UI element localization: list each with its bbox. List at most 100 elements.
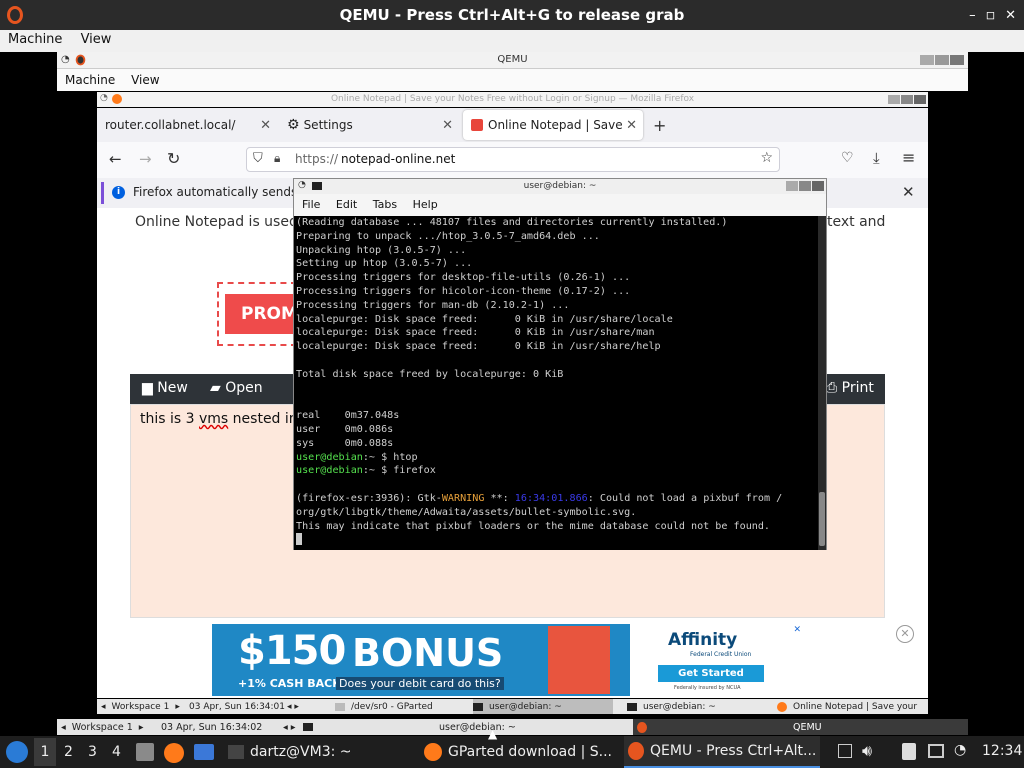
taskbar-item-firefox[interactable]: Online Notepad | Save your: [777, 699, 928, 714]
tab-settings[interactable]: ⚙ Settings ✕: [279, 110, 459, 140]
clock: 03 Apr, Sun 16:34:01: [189, 699, 285, 714]
url-bar[interactable]: ⛉ 🔒︎ https:// notepad-online.net ☆: [246, 147, 780, 172]
workspace-2-button[interactable]: 2: [64, 744, 73, 760]
hamburger-menu-icon[interactable]: ≡: [902, 148, 915, 167]
workspace-3-button[interactable]: 3: [88, 744, 97, 760]
close-button[interactable]: ✕: [1005, 8, 1016, 23]
open-button[interactable]: ▰ Open: [210, 380, 263, 396]
menu-help[interactable]: Help: [405, 194, 438, 211]
clipboard-icon[interactable]: [838, 744, 852, 758]
taskbar-item-terminal-active[interactable]: user@debian: ~: [473, 699, 613, 714]
nav-arrows[interactable]: ◂ ▸: [287, 699, 299, 714]
terminal-line: Unpacking htop (3.0.5-7) ...: [296, 244, 467, 256]
clock-text: 03 Apr, Sun 16:34:02: [161, 721, 263, 733]
inner-window-buttons[interactable]: [920, 55, 964, 65]
maximize-button[interactable]: ◽: [986, 8, 996, 23]
new-tab-button[interactable]: +: [653, 116, 666, 135]
menu-file[interactable]: File: [294, 194, 320, 211]
terminal-line: Processing triggers for hicolor-icon-the…: [296, 285, 631, 297]
wifi-icon[interactable]: ◔: [954, 742, 966, 758]
notice-text: Firefox automatically sends so: [133, 185, 315, 199]
ad-banner[interactable]: $150 BONUS +1% CASH BACK Does your debit…: [212, 624, 803, 696]
taskbar-item-qemu-active[interactable]: QEMU: [633, 719, 968, 735]
lock-icon[interactable]: 🔒︎: [274, 151, 280, 166]
taskbar-item-gparted[interactable]: /dev/sr0 - GParted: [335, 699, 475, 714]
page-intro-text-left: Online Notepad is used t: [135, 214, 308, 230]
menu-view[interactable]: View: [73, 30, 112, 47]
window-launcher-icon[interactable]: [194, 744, 214, 760]
terminal-scrollbar[interactable]: [818, 216, 826, 550]
terminal-window: ◔ user@debian: ~ File Edit Tabs Help (Re…: [293, 178, 827, 550]
ad-cta-button[interactable]: Get Started: [658, 665, 764, 682]
terminal-output[interactable]: (Reading database ... 48107 files and di…: [294, 216, 819, 550]
menu-machine[interactable]: Machine: [0, 30, 62, 47]
ad-fine-print: Federally insured by NCUA: [674, 685, 741, 691]
terminal-line: (firefox-esr:3936): Gtk-WARNING **: 16:3…: [296, 492, 817, 506]
workspace-switcher[interactable]: ◂ Workspace 1 ▸: [101, 699, 180, 714]
terminal-icon: [303, 723, 313, 731]
taskbar-item-dartz-terminal[interactable]: dartz@VM3: ~: [224, 736, 414, 768]
workspace-1-button[interactable]: 1: [34, 738, 56, 766]
menu-machine[interactable]: Machine: [57, 69, 115, 87]
terminal-window-buttons[interactable]: [786, 181, 824, 191]
close-notice-icon[interactable]: ✕: [902, 183, 915, 201]
start-menu-icon[interactable]: [6, 741, 28, 763]
firefox-window-buttons[interactable]: [888, 95, 926, 104]
new-button[interactable]: ▆ New: [142, 380, 188, 396]
tab-online-notepad[interactable]: Online Notepad | Save yo ✕: [463, 110, 643, 140]
pocket-icon[interactable]: ♡: [841, 150, 854, 166]
terminal-line: This may indicate that pixbuf loaders or…: [296, 520, 771, 532]
notes-icon[interactable]: [902, 743, 916, 760]
clock-text[interactable]: 12:34: [982, 743, 1022, 759]
taskbar-item-qemu-active[interactable]: QEMU - Press Ctrl+Alt...: [624, 736, 820, 768]
warning-timestamp: 16:34:01.866: [514, 492, 588, 504]
workspace-switcher[interactable]: ◂ Workspace 1 ▸: [61, 719, 144, 735]
terminal-line: user@debian:~ $ htop: [296, 451, 817, 465]
menu-edit[interactable]: Edit: [328, 194, 357, 211]
tab-label: Online Notepad | Save yo: [488, 118, 624, 132]
folder-icon: ▰: [210, 380, 221, 396]
shield-icon[interactable]: ⛉: [253, 151, 263, 166]
close-tab-icon[interactable]: ✕: [260, 118, 271, 133]
firefox-icon: [424, 743, 442, 761]
terminal-line: Total disk space freed by localepurge: 0…: [296, 368, 564, 380]
close-ad-icon[interactable]: ✕: [896, 625, 914, 643]
terminal-line: Processing triggers for desktop-file-uti…: [296, 272, 631, 284]
taskbar-item-terminal[interactable]: user@debian: ~: [303, 719, 633, 735]
minimize-button[interactable]: –: [969, 8, 976, 23]
forward-arrow-icon[interactable]: →: [139, 150, 152, 168]
tab-router[interactable]: router.collabnet.local/ ✕: [97, 110, 277, 140]
ad-close-icon[interactable]: ✕: [793, 625, 801, 635]
terminal-title: user@debian: ~: [523, 181, 597, 191]
url-scheme: https://: [295, 152, 339, 166]
warning-keyword: WARNING: [441, 492, 485, 504]
print-button[interactable]: ⎙ Print: [826, 380, 874, 396]
promo-button[interactable]: PROM: [225, 294, 298, 334]
prompt-user: user@debian: [296, 451, 363, 463]
firefox-launcher-icon[interactable]: [164, 743, 184, 763]
ad-sub2: Does your debit card do this?: [336, 677, 504, 690]
terminal-icon: [228, 745, 244, 759]
menu-view[interactable]: View: [123, 69, 159, 87]
reload-icon[interactable]: ↻: [167, 149, 180, 168]
menu-tabs[interactable]: Tabs: [365, 194, 397, 211]
volume-icon[interactable]: 🔊︎: [862, 741, 872, 761]
promo-frame[interactable]: PROM: [217, 282, 298, 346]
nav-arrows[interactable]: ◂ ▸: [283, 719, 296, 735]
bookmark-star-icon[interactable]: ☆: [760, 150, 773, 166]
workspace-4-button[interactable]: 4: [112, 744, 121, 760]
taskbar-item-terminal[interactable]: user@debian: ~: [627, 699, 767, 714]
taskbar-item-gparted-download[interactable]: GParted download | S...: [424, 736, 620, 768]
back-arrow-icon[interactable]: ←: [109, 150, 122, 168]
taskbar-label: dartz@VM3: ~: [250, 744, 352, 760]
close-tab-icon[interactable]: ✕: [442, 118, 453, 133]
close-tab-icon[interactable]: ✕: [626, 118, 637, 133]
qemu-logo-icon: [628, 742, 644, 760]
file-manager-icon[interactable]: [136, 743, 154, 761]
notepad-favicon-icon: [471, 119, 483, 131]
network-icon[interactable]: [928, 744, 944, 758]
download-icon[interactable]: ⤓: [873, 149, 880, 167]
editor-text: this is 3: [140, 411, 199, 427]
scrollbar-thumb[interactable]: [819, 492, 825, 546]
